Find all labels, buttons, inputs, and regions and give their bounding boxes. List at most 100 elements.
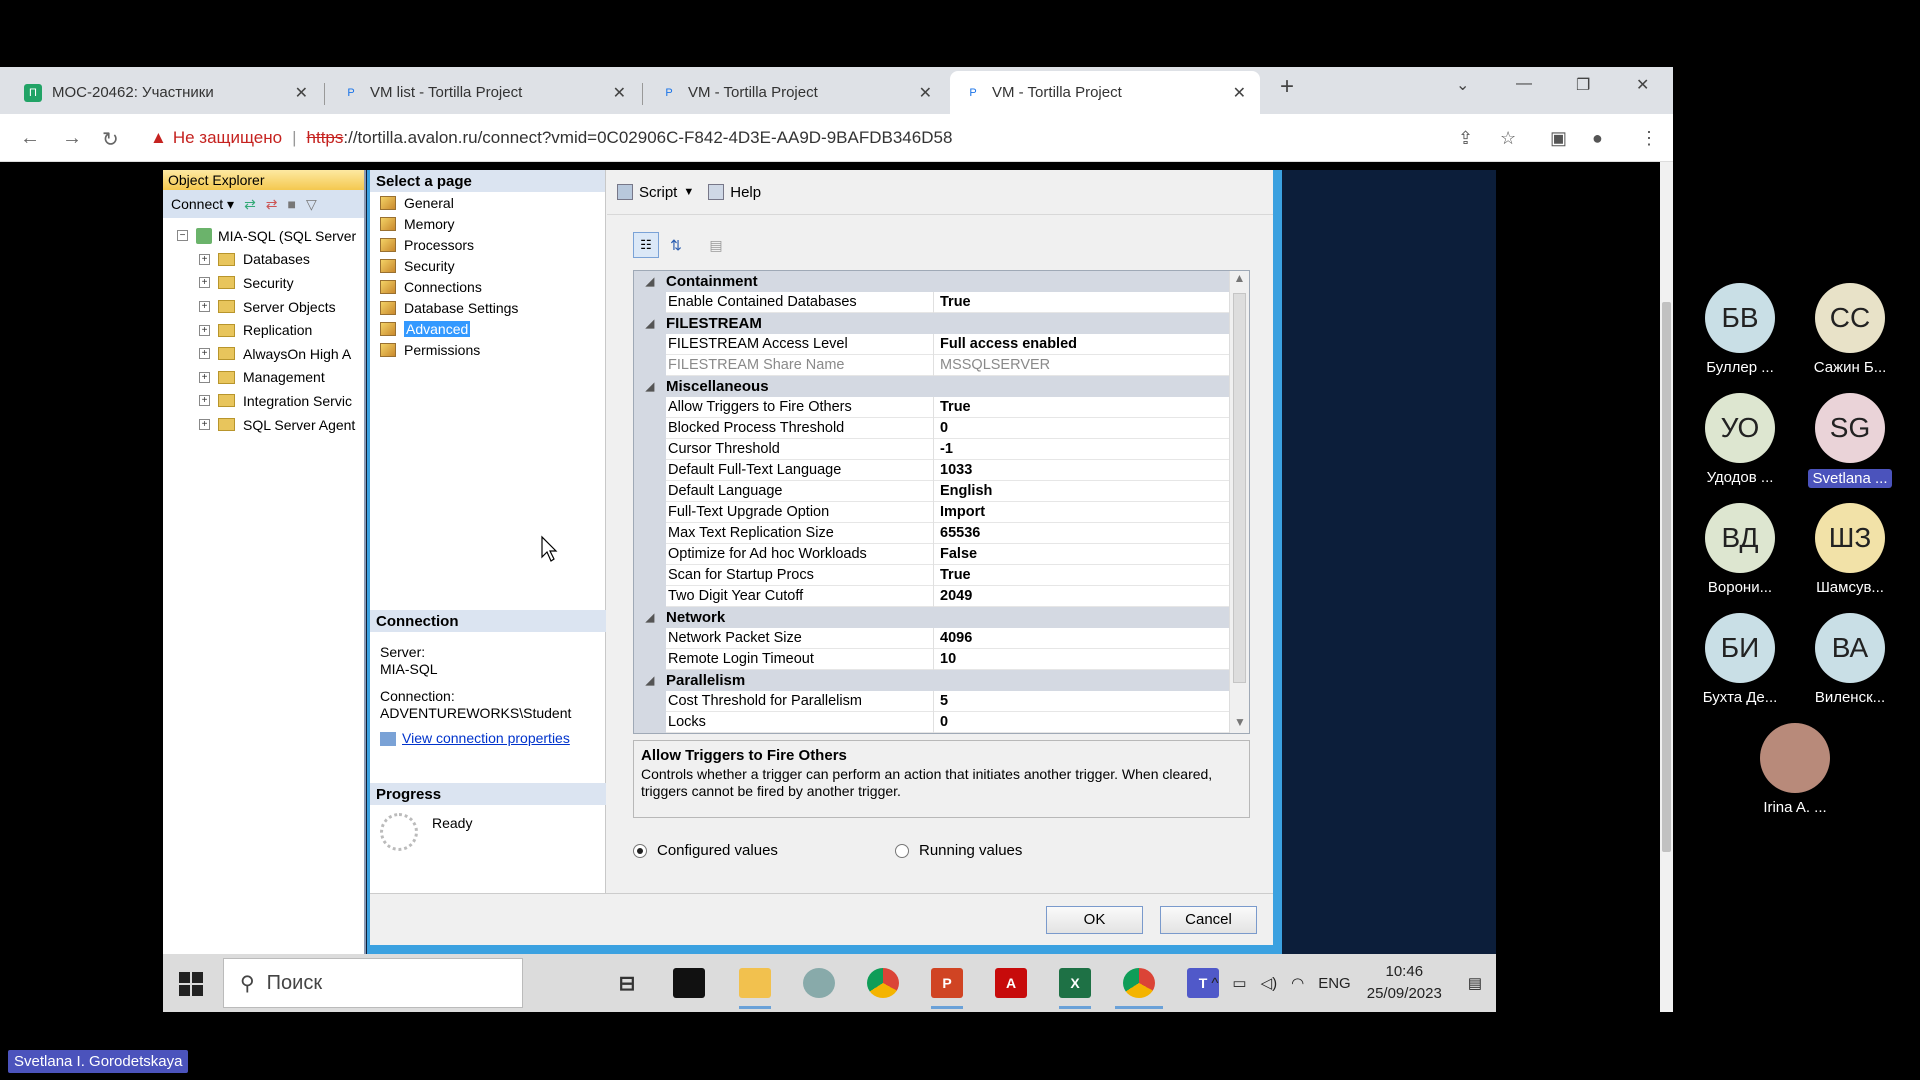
- collapse-triangle-icon[interactable]: ◢: [634, 317, 666, 330]
- page-item[interactable]: Security: [370, 255, 605, 276]
- forward-icon[interactable]: →: [62, 127, 82, 150]
- participant-tile[interactable]: ШЗ Шамсув...: [1800, 503, 1900, 596]
- running-values-radio[interactable]: Running values: [895, 842, 1022, 859]
- tree-node[interactable]: + Server Objects: [177, 295, 364, 319]
- property-value[interactable]: True: [934, 399, 1249, 415]
- radio-selected-icon[interactable]: [633, 843, 647, 858]
- reload-icon[interactable]: ↻: [102, 127, 119, 152]
- tab-3[interactable]: P VM - Tortilla Project ✕: [646, 71, 946, 114]
- view-connection-properties[interactable]: View connection properties: [370, 730, 606, 747]
- expand-icon[interactable]: +: [199, 253, 210, 265]
- participant-tile[interactable]: ВД Ворони...: [1690, 503, 1790, 596]
- filter-icon[interactable]: ▽: [306, 196, 317, 213]
- participant-tile[interactable]: SG Svetlana ...: [1800, 393, 1900, 488]
- scroll-thumb[interactable]: [1233, 293, 1246, 683]
- cancel-button[interactable]: Cancel: [1160, 906, 1257, 934]
- powerpoint-icon[interactable]: P: [931, 968, 963, 998]
- collapse-icon[interactable]: −: [177, 230, 188, 242]
- grid-row[interactable]: Allow Triggers to Fire Others True: [634, 396, 1249, 418]
- property-value[interactable]: 65536: [934, 525, 1249, 541]
- page-item[interactable]: General: [370, 192, 605, 213]
- tree-node[interactable]: + AlwaysOn High A: [177, 342, 364, 366]
- property-value[interactable]: 10: [934, 651, 1249, 667]
- battery-icon[interactable]: ▭: [1232, 974, 1246, 992]
- alphabetical-icon[interactable]: ⇅: [663, 232, 689, 258]
- property-value[interactable]: 0: [934, 714, 1249, 730]
- scrollbar-thumb[interactable]: [1662, 302, 1671, 852]
- wifi-icon[interactable]: ◠: [1291, 974, 1304, 992]
- grid-row[interactable]: Two Digit Year Cutoff 2049: [634, 585, 1249, 607]
- grid-row[interactable]: Full-Text Upgrade Option Import: [634, 501, 1249, 523]
- close-icon[interactable]: ✕: [613, 83, 626, 103]
- expand-icon[interactable]: +: [199, 301, 210, 313]
- property-value[interactable]: MSSQLSERVER: [934, 357, 1249, 373]
- configured-values-radio[interactable]: Configured values: [633, 842, 778, 859]
- property-value[interactable]: Full access enabled: [934, 336, 1249, 352]
- categorized-icon[interactable]: ☷: [633, 232, 659, 258]
- connect-button[interactable]: Connect ▾: [171, 196, 234, 213]
- participant-tile[interactable]: Irina A. ...: [1745, 723, 1845, 816]
- chrome-active-icon[interactable]: [1123, 968, 1155, 998]
- grid-row[interactable]: Default Language English: [634, 480, 1249, 502]
- sql-app-icon[interactable]: [803, 968, 835, 998]
- property-value[interactable]: True: [934, 567, 1249, 583]
- windows-start-icon[interactable]: [179, 972, 203, 996]
- grid-row[interactable]: Scan for Startup Procs True: [634, 564, 1249, 586]
- collapse-triangle-icon[interactable]: ◢: [634, 275, 666, 288]
- connect-icon[interactable]: ⇄: [244, 196, 256, 213]
- grid-row[interactable]: FILESTREAM Share Name MSSQLSERVER: [634, 354, 1249, 376]
- expand-icon[interactable]: +: [199, 419, 210, 431]
- volume-icon[interactable]: ◁): [1261, 974, 1278, 992]
- grid-row[interactable]: Blocked Process Threshold 0: [634, 417, 1249, 439]
- ok-button[interactable]: OK: [1046, 906, 1143, 934]
- page-scrollbar[interactable]: [1660, 162, 1673, 1012]
- tree-node[interactable]: + Management: [177, 366, 364, 390]
- stop-icon[interactable]: ■: [288, 196, 296, 212]
- expand-icon[interactable]: +: [199, 371, 210, 383]
- grid-category[interactable]: ◢ Parallelism: [634, 670, 1249, 691]
- participant-tile[interactable]: БВ Буллер ...: [1690, 283, 1790, 376]
- collapse-triangle-icon[interactable]: ◢: [634, 674, 666, 687]
- collapse-triangle-icon[interactable]: ◢: [634, 380, 666, 393]
- grid-row[interactable]: Cost Threshold for Parallelism 5: [634, 690, 1249, 712]
- minimize-button[interactable]: —: [1516, 75, 1532, 93]
- close-window-button[interactable]: ✕: [1636, 75, 1649, 95]
- close-icon[interactable]: ✕: [919, 83, 932, 103]
- grid-category[interactable]: ◢ Network: [634, 607, 1249, 628]
- participant-tile[interactable]: УО Удодов ...: [1690, 393, 1790, 486]
- terminal-app-icon[interactable]: [673, 968, 705, 998]
- expand-icon[interactable]: +: [199, 348, 210, 360]
- sidepanel-icon[interactable]: ▣: [1550, 128, 1567, 149]
- page-item[interactable]: Connections: [370, 276, 605, 297]
- grid-row[interactable]: Default Full-Text Language 1033: [634, 459, 1249, 481]
- property-value[interactable]: 0: [934, 420, 1249, 436]
- page-item[interactable]: Database Settings: [370, 297, 605, 318]
- tree-node[interactable]: + SQL Server Agent: [177, 413, 364, 437]
- help-button[interactable]: Help: [708, 184, 761, 201]
- chrome-icon[interactable]: [867, 968, 899, 998]
- tab-4-active[interactable]: P VM - Tortilla Project ✕: [950, 71, 1260, 114]
- tree-node[interactable]: + Integration Servic: [177, 389, 364, 413]
- property-value[interactable]: 1033: [934, 462, 1249, 478]
- tree-node[interactable]: + Security: [177, 271, 364, 295]
- participant-tile[interactable]: БИ Бухта Де...: [1690, 613, 1790, 706]
- tab-1[interactable]: П MOC-20462: Участники ✕: [10, 71, 322, 114]
- page-item[interactable]: Memory: [370, 213, 605, 234]
- view-connection-properties-link[interactable]: View connection properties: [402, 730, 570, 747]
- property-value[interactable]: 5: [934, 693, 1249, 709]
- page-item[interactable]: Processors: [370, 234, 605, 255]
- chevron-up-icon[interactable]: ^: [1211, 975, 1218, 992]
- grid-row[interactable]: Max Text Replication Size 65536: [634, 522, 1249, 544]
- menu-icon[interactable]: ⋮: [1640, 128, 1658, 149]
- profile-icon[interactable]: ●: [1592, 128, 1603, 149]
- collapse-triangle-icon[interactable]: ◢: [634, 611, 666, 624]
- new-tab-button[interactable]: +: [1280, 73, 1294, 101]
- grid-row[interactable]: Optimize for Ad hoc Workloads False: [634, 543, 1249, 565]
- language-indicator[interactable]: ENG: [1318, 975, 1351, 992]
- expand-icon[interactable]: +: [199, 277, 210, 289]
- page-item[interactable]: Permissions: [370, 339, 605, 360]
- script-button[interactable]: Script ▼: [617, 184, 694, 201]
- participant-tile[interactable]: ВА Виленск...: [1800, 613, 1900, 706]
- share-icon[interactable]: ⇪: [1458, 128, 1473, 149]
- grid-category[interactable]: ◢ Containment: [634, 271, 1249, 292]
